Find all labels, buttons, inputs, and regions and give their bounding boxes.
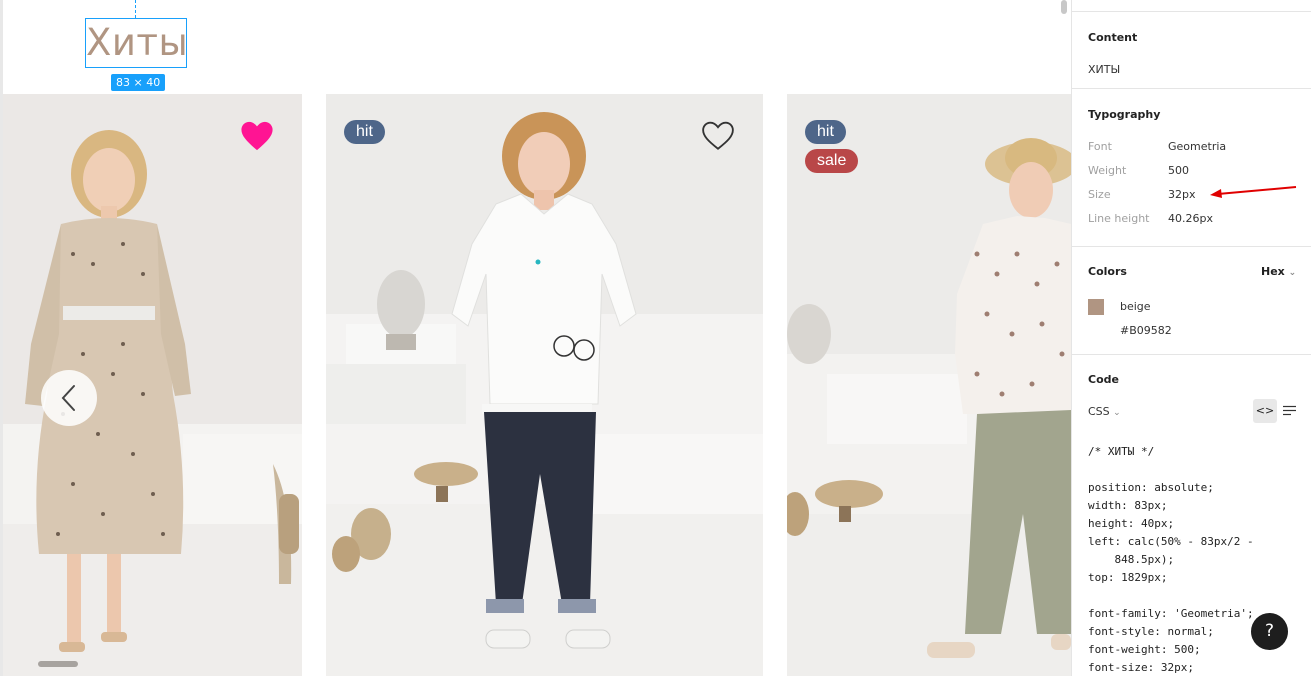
vertical-guide — [135, 0, 136, 18]
badge-hit: hit — [805, 120, 846, 144]
colors-section: Colors Hex ⌄ beige #B09582 — [1072, 246, 1311, 354]
color-hex[interactable]: #B09582 — [1120, 324, 1172, 337]
color-format-label: Hex — [1261, 265, 1285, 278]
line-height-value[interactable]: 40.26px — [1168, 212, 1213, 225]
list-view-icon[interactable] — [1283, 405, 1296, 417]
code-line: top: 1829px; — [1088, 571, 1168, 584]
carousel-prev-button[interactable] — [41, 370, 97, 426]
color-format-dropdown[interactable]: Hex ⌄ — [1261, 265, 1296, 278]
chevron-left-icon — [61, 385, 75, 411]
code-view-icon[interactable]: <> — [1253, 399, 1277, 423]
design-canvas[interactable]: Хиты 83 × 40 hit hit sale — [0, 0, 1071, 676]
color-name: beige — [1120, 300, 1151, 313]
product-card-1[interactable] — [3, 94, 302, 676]
code-line: height: 40px; — [1088, 517, 1175, 530]
heart-filled-icon[interactable] — [240, 120, 274, 152]
heading-text-layer[interactable]: Хиты — [86, 19, 188, 67]
canvas-scrollbar[interactable] — [1061, 0, 1067, 14]
code-title: Code — [1088, 373, 1119, 386]
colors-title: Colors — [1088, 265, 1127, 278]
chevron-down-icon: ⌄ — [1113, 408, 1121, 418]
badge-sale: sale — [805, 149, 859, 173]
product-card-3[interactable]: hit sale — [787, 94, 1071, 676]
chevron-down-icon: ⌄ — [1288, 268, 1297, 278]
content-value[interactable]: ХИТЫ — [1088, 63, 1120, 76]
color-swatch[interactable] — [1088, 299, 1104, 315]
badge-hit: hit — [344, 120, 385, 144]
weight-value[interactable]: 500 — [1168, 164, 1189, 177]
typography-section: Typography Font Geometria Weight 500 Siz… — [1072, 88, 1311, 246]
size-label: Size — [1088, 188, 1111, 201]
dimension-badge: 83 × 40 — [111, 74, 166, 91]
product-card-2[interactable]: hit — [326, 94, 763, 676]
code-language-dropdown[interactable]: CSS ⌄ — [1088, 405, 1121, 418]
code-line: 848.5px); — [1088, 553, 1175, 566]
code-line: font-size: 32px; — [1088, 661, 1194, 674]
product-photo-shirt — [326, 94, 763, 676]
code-line: width: 83px; — [1088, 499, 1168, 512]
help-button[interactable]: ? — [1251, 613, 1288, 650]
product-photo-blouse — [787, 94, 1071, 676]
weight-label: Weight — [1088, 164, 1127, 177]
content-title: Content — [1088, 31, 1138, 44]
code-line: left: calc(50% - 83px/2 - — [1088, 535, 1254, 548]
code-line: /* ХИТЫ */ — [1088, 445, 1155, 458]
size-value[interactable]: 32px — [1168, 188, 1196, 201]
line-height-label: Line height — [1088, 212, 1150, 225]
inspector-panel: Content ХИТЫ Typography Font Geometria W… — [1071, 0, 1311, 676]
font-label: Font — [1088, 140, 1112, 153]
content-section: Content ХИТЫ — [1072, 11, 1311, 88]
carousel-indicator[interactable] — [38, 661, 78, 667]
typography-title: Typography — [1088, 108, 1161, 121]
code-language-label: CSS — [1088, 405, 1110, 418]
annotation-arrow-icon — [1210, 186, 1297, 198]
font-value[interactable]: Geometria — [1168, 140, 1226, 153]
code-line: position: absolute; — [1088, 481, 1214, 494]
heart-outline-icon[interactable] — [701, 120, 735, 152]
